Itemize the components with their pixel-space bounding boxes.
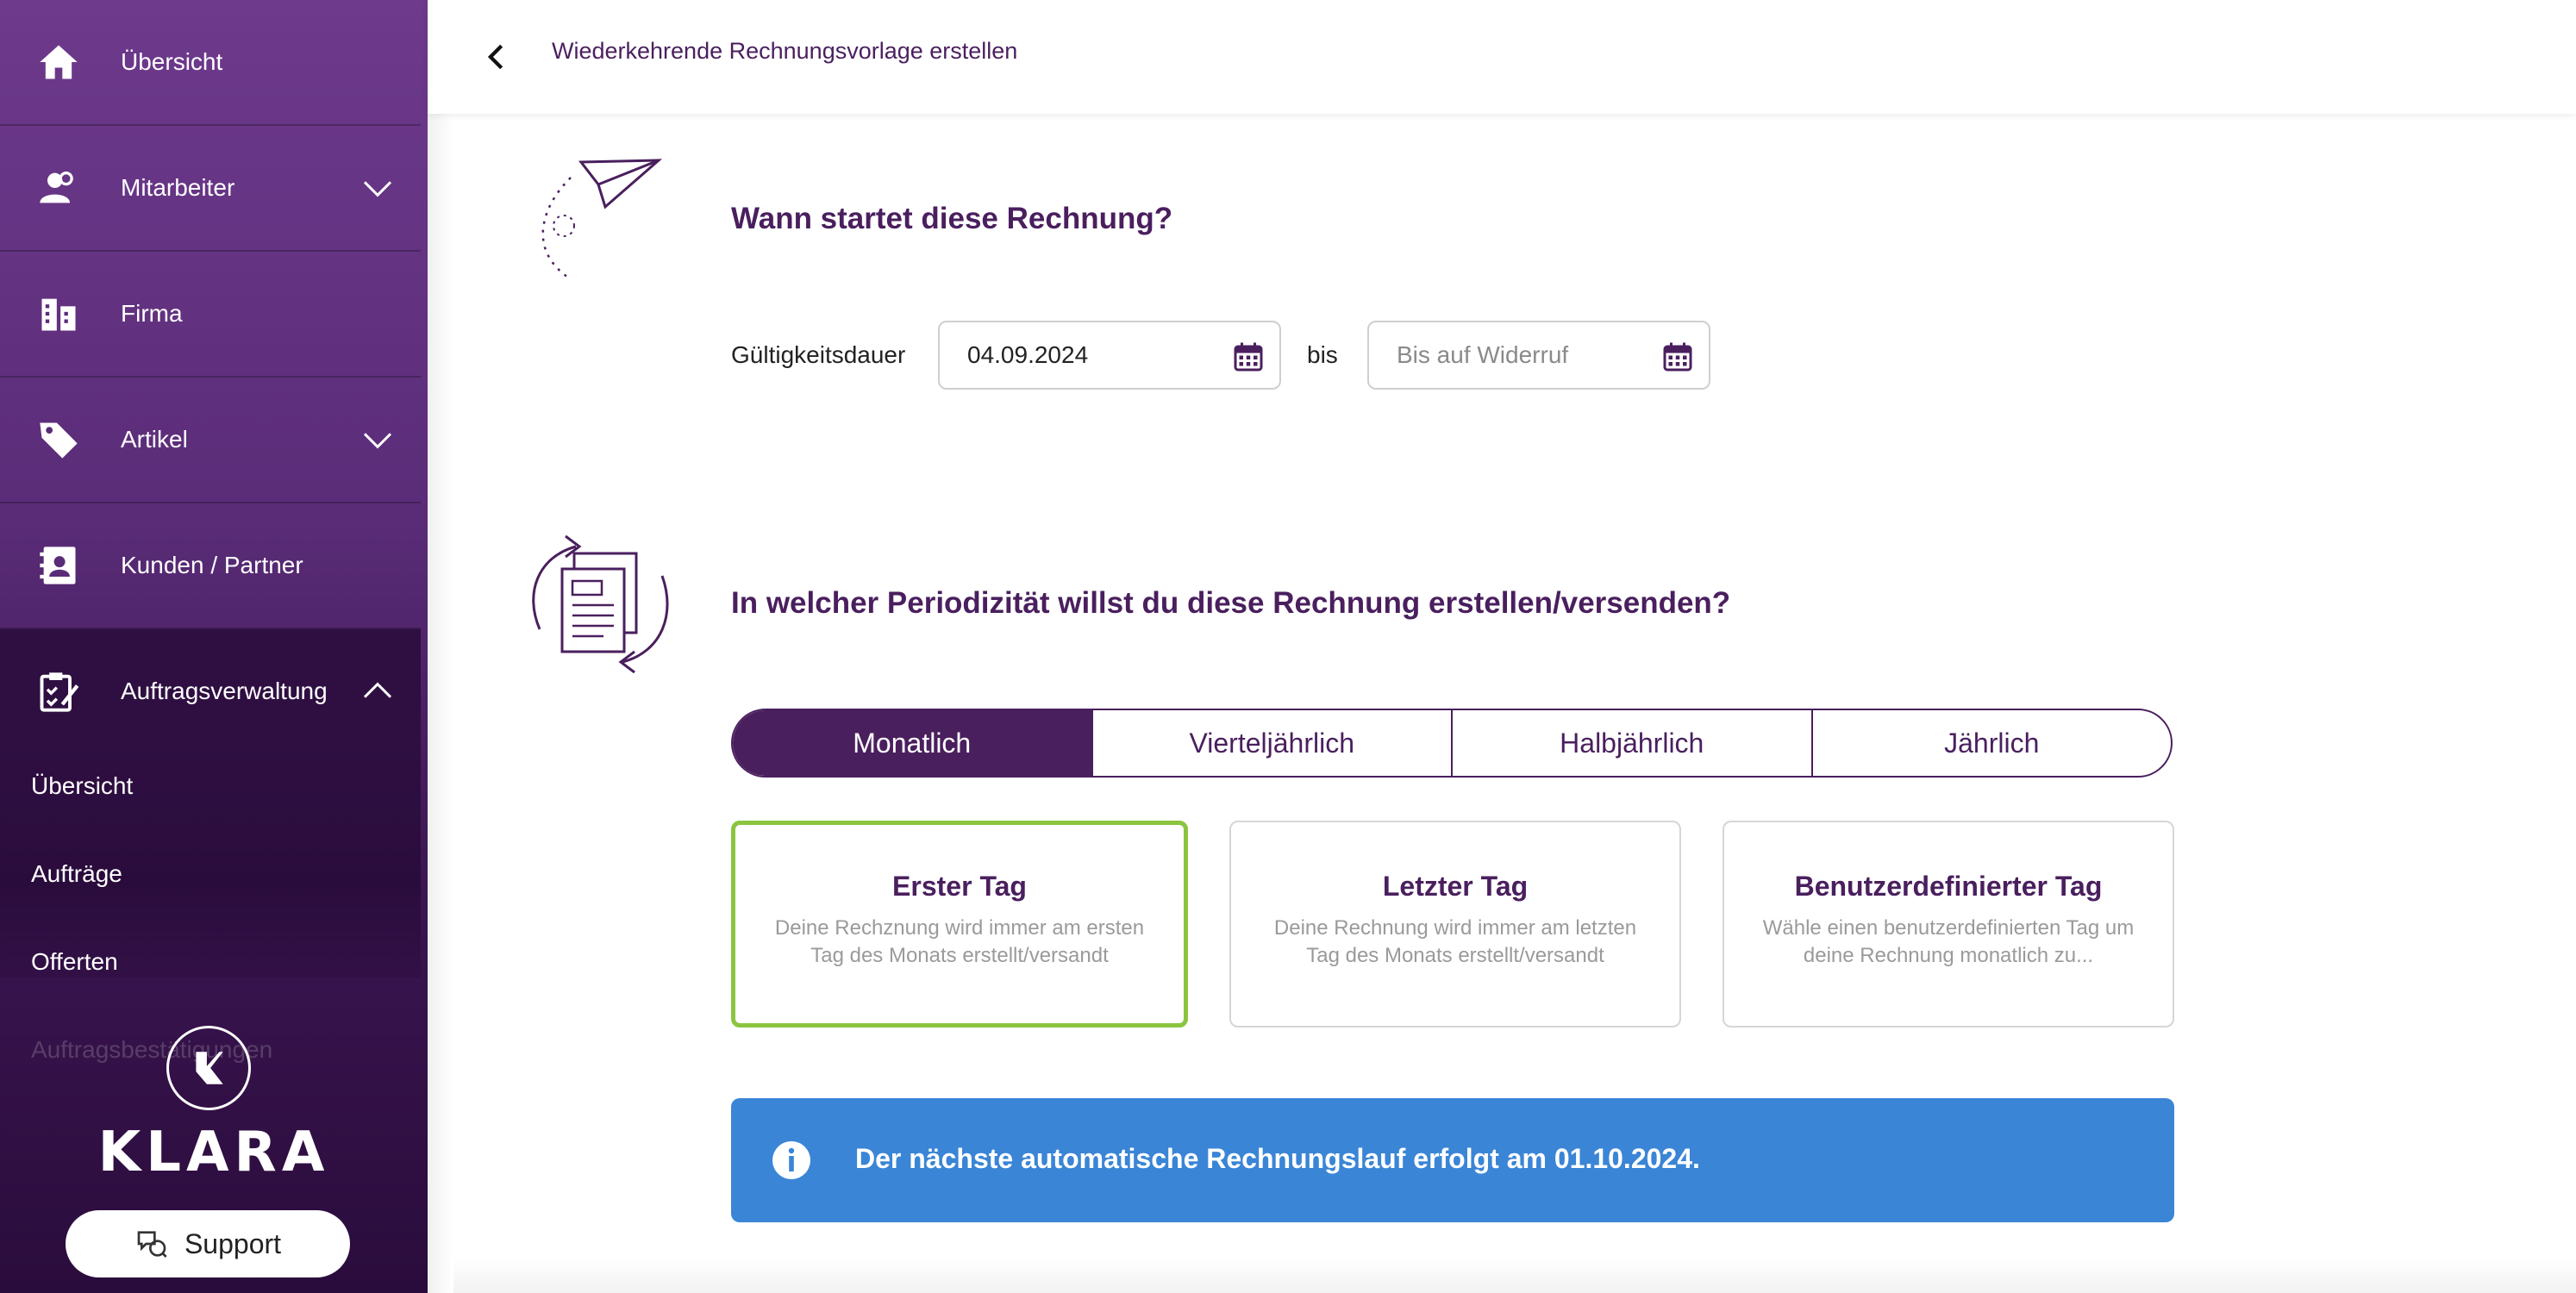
sidebar-item-label: Firma	[121, 300, 183, 327]
start-date-field[interactable]: 04.09.2024	[938, 321, 1281, 390]
start-section-title: Wann startet diese Rechnung?	[731, 202, 1173, 235]
sidebar-item-articles[interactable]: Artikel	[0, 378, 421, 503]
sidebar-item-label: Artikel	[121, 426, 188, 453]
card-description: Deine Rechnung wird immer am letzten Tag…	[1273, 916, 1637, 967]
calendar-icon[interactable]	[1233, 341, 1264, 372]
submenu-item-overview[interactable]: Übersicht	[31, 772, 133, 800]
content-edge	[428, 114, 453, 1293]
chat-icon	[137, 1231, 167, 1258]
period-option-monthly[interactable]: Monatlich	[733, 710, 1091, 776]
support-label: Support	[184, 1227, 282, 1259]
period-option-quarterly[interactable]: Vierteljährlich	[1091, 710, 1452, 776]
order-management-submenu: Übersicht Aufträge Offerten	[0, 745, 421, 978]
clipboard-check-icon	[34, 667, 83, 715]
sidebar: Übersicht Mitarbeiter Firma Artikel Kund…	[0, 0, 428, 1293]
chevron-down-icon	[363, 433, 392, 449]
sidebar-item-employees[interactable]: Mitarbeiter	[0, 126, 421, 252]
contacts-icon	[34, 541, 83, 590]
end-date-field[interactable]: Bis auf Widerruf	[1367, 321, 1710, 390]
end-date-placeholder: Bis auf Widerruf	[1397, 341, 1569, 368]
card-title: Letzter Tag	[1382, 871, 1529, 902]
recurring-invoice-icon	[532, 534, 669, 674]
submenu-item-offers[interactable]: Offerten	[31, 948, 118, 976]
info-icon	[772, 1141, 810, 1179]
tag-icon	[34, 415, 83, 464]
validity-label: Gültigkeitsdauer	[731, 341, 906, 368]
calendar-icon[interactable]	[1662, 341, 1693, 372]
card-description: Wähle einen benutzerdefinierten Tag um d…	[1762, 916, 2135, 967]
period-option-semiannual[interactable]: Halbjährlich	[1451, 710, 1811, 776]
sidebar-item-label: Übersicht	[121, 48, 223, 75]
sidebar-item-customers[interactable]: Kunden / Partner	[0, 503, 421, 629]
card-title: Benutzerdefinierter Tag	[1794, 871, 2103, 902]
sidebar-item-order-management[interactable]: Auftragsverwaltung	[0, 629, 421, 755]
day-option-first[interactable]: Erster Tag Deine Rechznung wird immer am…	[731, 821, 1188, 1028]
content-bottom-shade	[453, 1259, 2576, 1293]
period-section-title: In welcher Periodizität willst du diese …	[731, 586, 1731, 620]
brand-name: KLARA	[97, 1121, 330, 1184]
page-header: Wiederkehrende Rechnungsvorlage erstelle…	[428, 0, 2576, 114]
chevron-down-icon	[363, 181, 392, 197]
users-icon	[34, 164, 83, 212]
klara-logo-icon	[166, 1026, 251, 1110]
day-option-last[interactable]: Letzter Tag Deine Rechnung wird immer am…	[1229, 821, 1681, 1028]
sidebar-item-label: Kunden / Partner	[121, 552, 303, 578]
back-button[interactable]	[471, 31, 522, 83]
chevron-left-icon	[487, 44, 503, 70]
periodicity-selector: Monatlich Vierteljährlich Halbjährlich J…	[731, 709, 2173, 778]
chevron-up-icon	[363, 682, 392, 698]
support-button[interactable]: Support	[66, 1210, 350, 1277]
sidebar-item-overview[interactable]: Übersicht	[0, 0, 421, 126]
home-icon	[34, 38, 83, 86]
period-option-annual[interactable]: Jährlich	[1810, 710, 2172, 776]
next-run-info-banner: Der nächste automatische Rechnungslauf e…	[731, 1098, 2174, 1222]
sidebar-item-company[interactable]: Firma	[0, 252, 421, 378]
day-option-custom[interactable]: Benutzerdefinierter Tag Wähle einen benu…	[1723, 821, 2174, 1028]
building-icon	[34, 290, 83, 338]
submenu-item-orders[interactable]: Aufträge	[31, 860, 122, 888]
until-label: bis	[1307, 341, 1338, 368]
sidebar-item-label: Mitarbeiter	[121, 174, 235, 201]
sidebar-item-label: Auftragsverwaltung	[121, 678, 328, 704]
paper-plane-icon	[541, 159, 663, 281]
info-text: Der nächste automatische Rechnungslauf e…	[855, 1143, 1700, 1174]
page-title: Wiederkehrende Rechnungsvorlage erstelle…	[552, 38, 1018, 64]
start-date-value: 04.09.2024	[967, 341, 1089, 368]
card-description: Deine Rechznung wird immer am ersten Tag…	[774, 916, 1145, 967]
card-title: Erster Tag	[892, 871, 1027, 902]
